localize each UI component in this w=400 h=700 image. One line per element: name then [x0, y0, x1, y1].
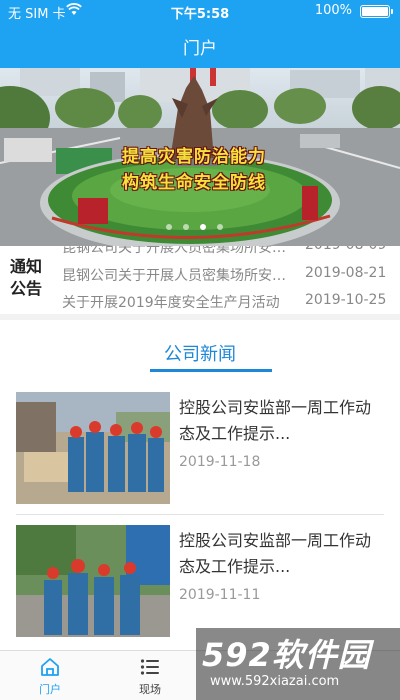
banner-carousel[interactable]: 提高灾害防治能力 构筑生命安全防线: [0, 68, 400, 246]
battery-percent: 100%: [314, 3, 352, 18]
page-title: 门户: [183, 39, 217, 59]
list-icon: [140, 659, 159, 675]
banner-slogan-line2: 构筑生命安全防线: [122, 173, 266, 193]
battery-icon: [360, 5, 393, 18]
notice-item-title: 昆钢公司关于开展人员密集场所安全专项整治: [62, 246, 292, 256]
news-headline: 控股公司安监部一周工作动态及工作提示...: [179, 531, 372, 576]
notice-item-date: 2019-08-09: [305, 246, 386, 253]
news-section-title: 公司新闻: [164, 344, 236, 365]
carousel-dot-active[interactable]: [200, 224, 206, 230]
status-bar: 无 SIM 卡 下午5:58 100%: [0, 0, 400, 22]
news-thumbnail: [16, 525, 170, 637]
watermark: 592软件园 www.592xiazai.com: [196, 628, 400, 700]
notice-item-date: 2019-08-21: [305, 265, 387, 281]
watermark-brand: 592软件园: [202, 636, 371, 674]
news-date: 2019-11-18: [179, 454, 261, 470]
notice-label-line1: 通知: [10, 257, 43, 276]
tab-home-label: 门户: [39, 683, 61, 696]
watermark-url: www.592xiazai.com: [210, 674, 340, 689]
notice-item-title: 关于开展2019年度安全生产月活动: [62, 295, 280, 311]
news-title-underline: [150, 369, 272, 372]
tab-site-label: 现场: [139, 683, 161, 696]
news-item[interactable]: 控股公司安监部一周工作动态及工作提示... 2019-11-11: [16, 525, 384, 639]
app-header: 无 SIM 卡 下午5:58 100% 门户: [0, 0, 400, 68]
app-screen: 无 SIM 卡 下午5:58 100% 门户 提高灾害防治能力 构筑生命安全防线…: [0, 0, 400, 700]
banner-slogan-line1: 提高灾害防治能力: [122, 147, 266, 167]
notice-label-line2: 公告: [10, 279, 43, 298]
carousel-dot[interactable]: [183, 224, 189, 230]
news-date: 2019-11-11: [179, 587, 261, 603]
carousel-dot[interactable]: [217, 224, 223, 230]
notice-item-title: 昆钢公司关于开展人员密集场所安全专项整治: [62, 268, 292, 284]
news-thumbnail: [16, 392, 170, 504]
news-item[interactable]: 控股公司安监部一周工作动态及工作提示... 2019-11-18: [16, 392, 384, 506]
notice-item-date: 2019-10-25: [305, 292, 387, 308]
divider: [16, 514, 384, 515]
tab-site[interactable]: 现场: [110, 651, 190, 700]
news-headline: 控股公司安监部一周工作动态及工作提示...: [179, 398, 372, 443]
carousel-indicator[interactable]: [166, 224, 223, 232]
company-news-section: 公司新闻 控股公司安监部一周工作动态及工作提示... 2019-11-18 控股…: [0, 320, 400, 650]
tab-home[interactable]: 门户: [10, 651, 90, 700]
notice-label: 通知 公告: [10, 256, 50, 300]
notice-board: 通知 公告 昆钢公司关于开展人员密集场所安全专项整治 2019-08-09 昆钢…: [0, 246, 400, 314]
carousel-dot[interactable]: [166, 224, 172, 230]
home-icon: [41, 658, 59, 676]
